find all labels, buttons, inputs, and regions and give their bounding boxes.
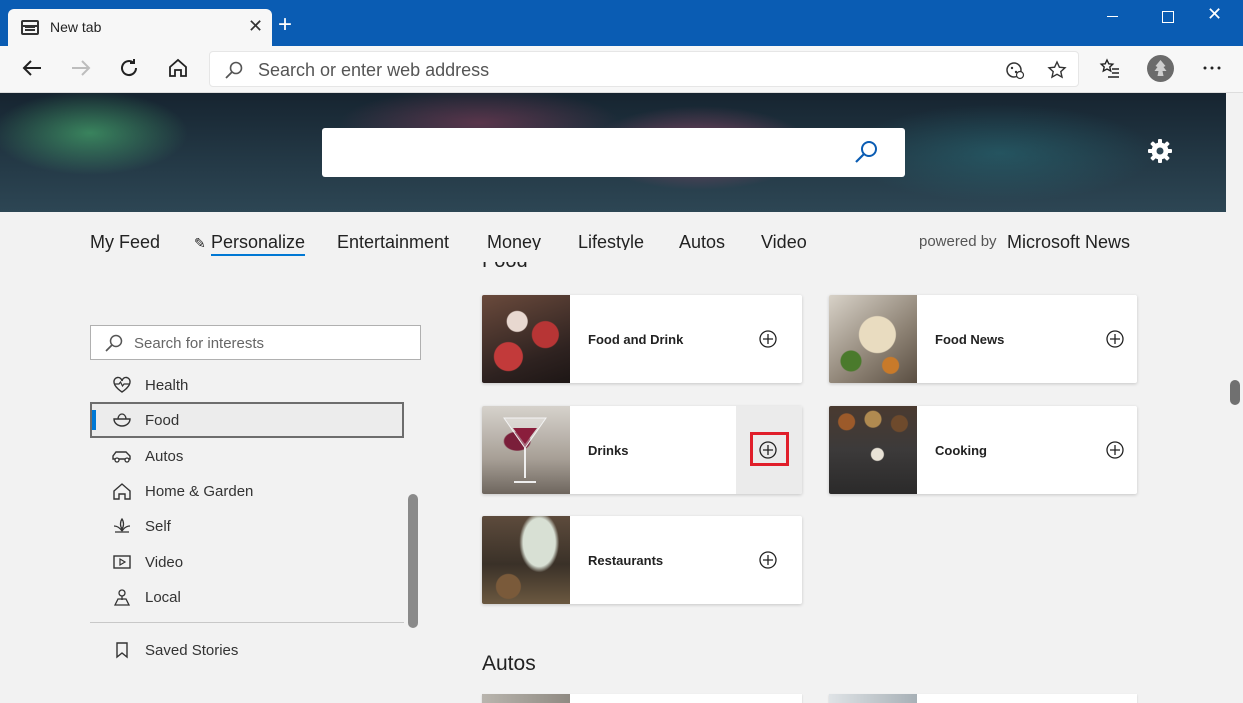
refresh-icon[interactable] [115, 54, 143, 82]
tab-close-icon[interactable]: ✕ [248, 17, 263, 35]
card-label: Cooking [935, 443, 987, 458]
category-label: Home & Garden [145, 482, 254, 500]
category-label: Food [145, 411, 180, 429]
video-icon [110, 552, 134, 572]
card-image [829, 406, 917, 494]
card-image [829, 295, 917, 383]
window-close-icon[interactable]: ✕ [1207, 5, 1227, 25]
add-button-highlight [750, 432, 789, 466]
minimize-icon[interactable] [1102, 5, 1122, 25]
category-local[interactable]: Local [110, 586, 181, 608]
lotus-icon [110, 516, 134, 536]
saved-stories-link[interactable]: Saved Stories [110, 639, 238, 661]
card-image [482, 694, 570, 703]
nav-autos[interactable]: Autos [679, 232, 725, 253]
page-scrollbar-thumb[interactable] [1230, 380, 1240, 405]
browser-tab[interactable]: New tab ✕ [8, 9, 272, 46]
search-icon [225, 61, 243, 79]
interest-card-cooking[interactable]: Cooking [829, 406, 1137, 494]
interest-search-placeholder: Search for interests [134, 335, 265, 352]
add-plus-icon[interactable] [1105, 440, 1125, 460]
browser-toolbar: Search or enter web address [0, 46, 1243, 93]
heart-pulse-icon [110, 375, 134, 395]
interest-card-restaurants[interactable]: Restaurants [482, 516, 802, 604]
address-bar[interactable]: Search or enter web address [209, 51, 1079, 87]
newtab-page-icon [21, 20, 39, 35]
card-label: Food and Drink [588, 332, 684, 347]
tab-title: New tab [50, 19, 102, 35]
category-label: Autos [145, 447, 184, 465]
card-image [829, 694, 917, 703]
interest-card-partial[interactable] [829, 694, 1137, 703]
nav-personalize[interactable]: Personalize [211, 232, 306, 256]
interest-card-drinks[interactable]: Drinks [482, 406, 802, 494]
powered-by-label: powered by [919, 233, 997, 250]
web-search-icon[interactable] [854, 139, 880, 165]
section-title-autos: Autos [482, 652, 536, 675]
card-image [482, 295, 570, 383]
tracking-prevention-icon[interactable] [1005, 60, 1025, 80]
category-label: Local [145, 588, 181, 606]
profile-avatar[interactable] [1147, 55, 1174, 82]
add-plus-icon[interactable] [1105, 329, 1125, 349]
favorite-star-icon[interactable] [1047, 60, 1067, 80]
food-bowl-icon [110, 410, 134, 430]
nav-entertainment[interactable]: Entertainment [337, 232, 449, 253]
sidebar-scrollbar-thumb[interactable] [408, 494, 418, 628]
saved-stories-label: Saved Stories [145, 641, 239, 659]
title-bar: New tab ✕ + ✕ [0, 0, 1243, 46]
category-label: Health [145, 376, 189, 394]
favorites-list-icon[interactable] [1096, 54, 1124, 82]
back-arrow-icon[interactable] [18, 54, 46, 82]
add-plus-icon[interactable] [758, 329, 778, 349]
forward-arrow-icon [67, 54, 95, 82]
maximize-icon[interactable] [1157, 5, 1177, 25]
address-input[interactable]: Search or enter web address [258, 60, 489, 81]
bookmark-icon [110, 640, 134, 660]
category-food[interactable]: Food [110, 409, 179, 431]
interest-card-food-news[interactable]: Food News [829, 295, 1137, 383]
microsoft-news-brand: Microsoft News [1007, 232, 1131, 252]
nav-my-feed[interactable]: My Feed [90, 232, 160, 253]
more-options-icon[interactable] [1198, 54, 1226, 82]
category-home-garden[interactable]: Home & Garden [110, 480, 253, 502]
card-label: Food News [935, 332, 1005, 347]
add-plus-icon[interactable] [758, 550, 778, 570]
category-health[interactable]: Health [110, 374, 188, 396]
page-settings-gear-icon[interactable] [1147, 138, 1173, 164]
car-icon [110, 446, 134, 466]
interest-card-partial[interactable] [482, 694, 802, 703]
interest-card-food-and-drink[interactable]: Food and Drink [482, 295, 802, 383]
card-image [482, 516, 570, 604]
category-label: Video [145, 553, 184, 571]
new-tab-plus-icon[interactable]: + [278, 13, 292, 37]
sidebar-divider [90, 622, 404, 623]
category-label: Self [145, 517, 171, 535]
hero-background [0, 93, 1226, 212]
interest-search-input[interactable]: Search for interests [90, 325, 421, 360]
web-search-box[interactable] [322, 128, 905, 177]
map-pin-icon [110, 587, 134, 607]
home-icon[interactable] [164, 54, 192, 82]
category-self[interactable]: Self [110, 515, 171, 537]
cocktail-glass-image [503, 417, 547, 483]
card-label: Restaurants [588, 553, 664, 568]
category-autos[interactable]: Autos [110, 445, 183, 467]
home-icon [110, 481, 134, 501]
category-video[interactable]: Video [110, 551, 183, 573]
nav-video[interactable]: Video [761, 232, 807, 253]
section-clip [470, 250, 670, 262]
search-icon [105, 334, 123, 352]
card-label: Drinks [588, 443, 629, 458]
pencil-icon: ✎ [194, 235, 206, 251]
